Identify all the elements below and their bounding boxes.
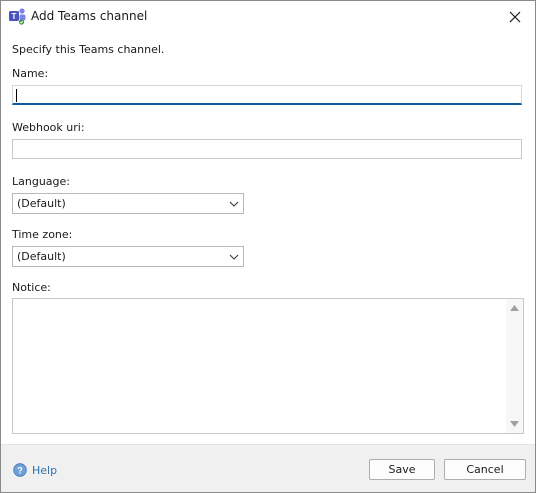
dialog-window: T Add Teams channel Specify this Teams c… bbox=[0, 0, 536, 493]
scroll-down-arrow-icon[interactable] bbox=[510, 421, 519, 427]
svg-text:?: ? bbox=[17, 466, 23, 476]
chevron-down-icon bbox=[229, 201, 239, 207]
name-label: Name: bbox=[12, 67, 49, 80]
language-label: Language: bbox=[12, 175, 70, 188]
title-bar: T Add Teams channel bbox=[1, 1, 535, 32]
save-button[interactable]: Save bbox=[369, 459, 435, 480]
webhook-label: Webhook uri: bbox=[12, 121, 85, 134]
language-selected-value: (Default) bbox=[17, 197, 66, 210]
chevron-down-icon bbox=[229, 254, 239, 260]
help-label[interactable]: Help bbox=[32, 464, 57, 477]
window-title: Add Teams channel bbox=[31, 9, 148, 23]
text-caret bbox=[16, 89, 17, 102]
notice-label: Notice: bbox=[12, 281, 51, 294]
close-button[interactable] bbox=[495, 1, 535, 32]
cancel-button[interactable]: Cancel bbox=[444, 459, 526, 480]
webhook-uri-input[interactable] bbox=[12, 139, 522, 159]
name-input[interactable] bbox=[12, 85, 522, 105]
help-icon[interactable]: ? bbox=[13, 463, 27, 477]
notice-scrollbar[interactable] bbox=[506, 299, 523, 433]
notice-textarea[interactable] bbox=[12, 298, 524, 434]
help-link[interactable]: ? Help bbox=[13, 463, 57, 477]
time-zone-selected-value: (Default) bbox=[17, 250, 66, 263]
language-select[interactable]: (Default) bbox=[12, 193, 244, 214]
form-instruction: Specify this Teams channel. bbox=[12, 43, 165, 56]
time-zone-label: Time zone: bbox=[12, 228, 73, 241]
cancel-button-label: Cancel bbox=[466, 463, 504, 476]
close-icon[interactable] bbox=[509, 11, 521, 23]
dialog-footer: ? Help Save Cancel bbox=[1, 444, 535, 492]
svg-text:T: T bbox=[12, 12, 17, 21]
time-zone-select[interactable]: (Default) bbox=[12, 246, 244, 267]
scroll-up-arrow-icon[interactable] bbox=[510, 305, 519, 311]
save-button-label: Save bbox=[388, 463, 416, 476]
teams-icon: T bbox=[9, 7, 27, 25]
